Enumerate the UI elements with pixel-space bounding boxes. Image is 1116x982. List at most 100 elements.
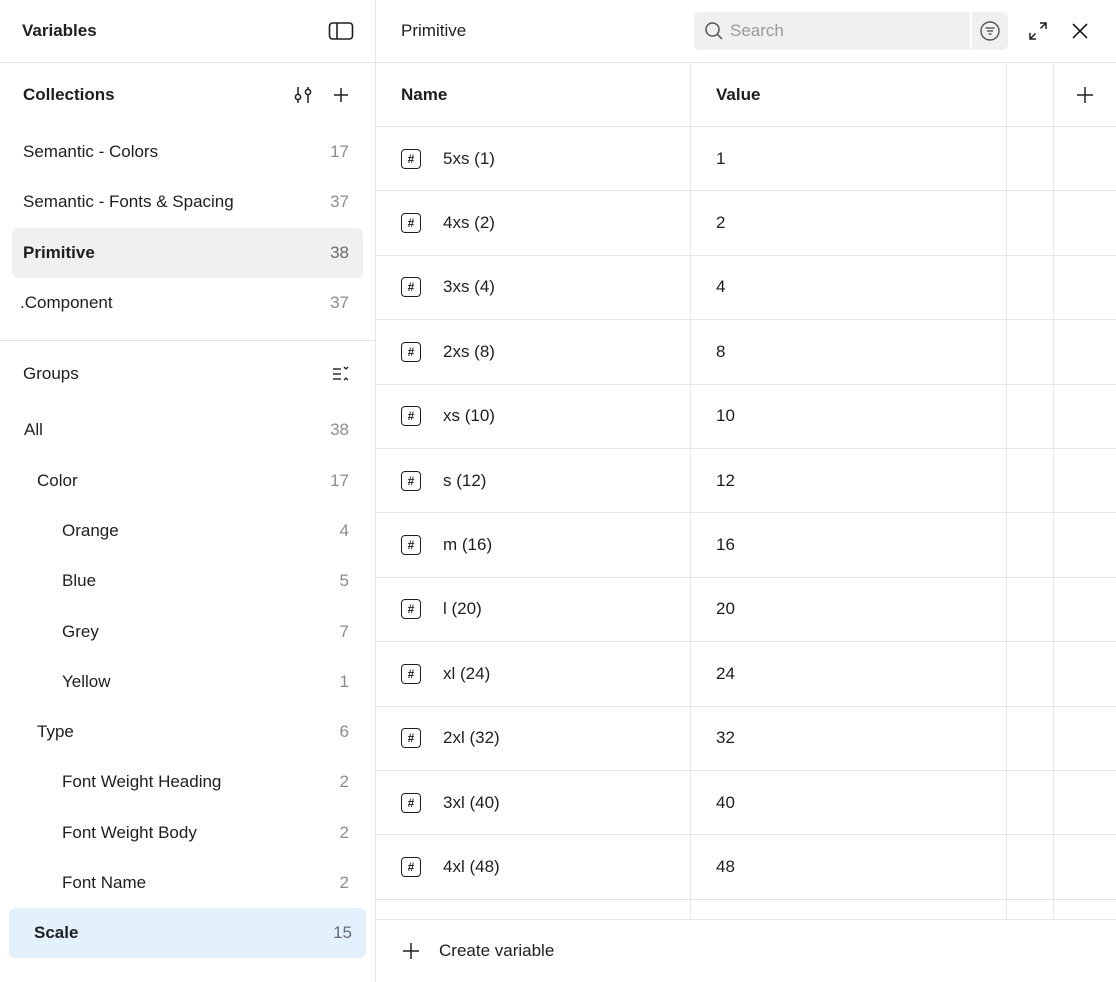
create-variable-button[interactable]: Create variable	[376, 919, 1116, 982]
group-label: Yellow	[62, 671, 111, 691]
column-header-value[interactable]: Value	[691, 63, 1007, 126]
variable-value: 32	[716, 728, 735, 748]
name-cell[interactable]: #3xl (40)	[376, 770, 691, 835]
group-item-color[interactable]: Color 17	[12, 455, 363, 505]
group-label: Font Weight Heading	[62, 772, 222, 792]
group-count: 7	[339, 621, 349, 641]
name-cell[interactable]: #3xs (4)	[376, 255, 691, 320]
group-item-grey[interactable]: Grey 7	[12, 606, 363, 656]
collection-settings-button[interactable]	[289, 81, 317, 109]
group-count: 17	[330, 470, 349, 490]
empty-cell	[1054, 513, 1116, 576]
empty-cell	[1054, 578, 1116, 641]
toggle-sidebar-button[interactable]	[327, 17, 355, 45]
filter-button[interactable]	[970, 12, 1008, 50]
name-cell[interactable]: #5xs (1)	[376, 127, 691, 191]
number-icon: #	[401, 341, 421, 362]
value-cell[interactable]: 1	[691, 127, 1007, 191]
collection-item-semantic-fonts-spacing[interactable]: Semantic - Fonts & Spacing 37	[12, 177, 363, 227]
collections-section: Collections Semantic - Colors 17 Semanti…	[0, 63, 375, 342]
value-cell[interactable]: 4	[691, 255, 1007, 320]
collection-item-primitive[interactable]: Primitive 38	[12, 227, 363, 278]
empty-cell	[1007, 513, 1054, 577]
sidebar-toggle-icon	[328, 22, 354, 40]
sidebar: Variables Collections Semantic - Colors …	[0, 0, 376, 982]
table-row[interactable]: #4xs (2) 2	[376, 191, 1116, 256]
table-row[interactable]: # xl (24) 24	[376, 642, 1116, 707]
table-row[interactable]: #2xl (32) 32	[376, 706, 1116, 771]
value-cell[interactable]: 12	[691, 448, 1007, 513]
groups-title: Groups	[23, 364, 79, 384]
name-cell[interactable]: #4xs (2)	[376, 191, 691, 255]
value-cell[interactable]: 48	[691, 835, 1007, 899]
group-item-type[interactable]: Type 6	[12, 707, 363, 757]
table-row[interactable]: #2xs (8) 8	[376, 320, 1116, 385]
sidebar-header: Variables	[0, 0, 375, 63]
table-row[interactable]: #3xl (40) 40	[376, 770, 1116, 836]
name-cell[interactable]: #4xl (48)	[376, 835, 691, 899]
empty-cell	[1054, 449, 1116, 512]
column-header-name[interactable]: Name	[376, 63, 691, 126]
collection-item-component[interactable]: .Component 37	[12, 278, 363, 328]
group-item-scale[interactable]: Scale 15	[9, 908, 366, 959]
collapse-groups-button[interactable]	[327, 360, 355, 388]
group-item-font-weight-body[interactable]: Font Weight Body 2	[12, 808, 363, 858]
group-count: 2	[339, 822, 349, 842]
group-item-font-name[interactable]: Font Name 2	[12, 858, 363, 908]
table-row[interactable]: # l (20) 20	[376, 577, 1116, 643]
value-cell[interactable]: 16	[691, 513, 1007, 577]
value-cell[interactable]: 8	[691, 320, 1007, 384]
value-cell[interactable]: 20	[691, 577, 1007, 642]
name-cell[interactable]: # l (20)	[376, 577, 691, 642]
add-collection-button[interactable]	[327, 81, 355, 109]
value-cell[interactable]: 40	[691, 770, 1007, 835]
number-icon: #	[401, 213, 421, 234]
group-label: Grey	[62, 621, 99, 641]
group-item-font-weight-heading[interactable]: Font Weight Heading 2	[12, 757, 363, 807]
variable-name: l (20)	[443, 599, 482, 619]
variables-table-area: Primitive Name Value	[376, 0, 1116, 982]
add-mode-button[interactable]	[1054, 63, 1116, 126]
name-cell[interactable]: # m (16)	[376, 513, 691, 577]
name-cell[interactable]: #2xs (8)	[376, 320, 691, 384]
table-row[interactable]: # xs (10) 10	[376, 384, 1116, 449]
group-item-all[interactable]: All 38	[12, 405, 363, 455]
variable-value: 24	[716, 663, 735, 683]
group-label: Font Name	[62, 873, 147, 892]
group-item-yellow[interactable]: Yellow 1	[12, 657, 363, 707]
name-cell[interactable]: # s (12)	[376, 448, 691, 513]
name-cell[interactable]: # xl (24)	[376, 642, 691, 706]
value-cell[interactable]: 32	[691, 706, 1007, 770]
empty-cell	[1054, 191, 1116, 254]
collection-count: 17	[330, 142, 349, 162]
table-row[interactable]: # m (16) 16	[376, 513, 1116, 578]
empty-cell	[1007, 320, 1054, 384]
table-row[interactable]: #4xl (48) 48	[376, 835, 1116, 900]
value-cell[interactable]: 2	[691, 191, 1007, 255]
group-count: 38	[330, 420, 349, 440]
empty-cell	[1054, 835, 1116, 898]
group-count: 2	[339, 772, 349, 792]
table-row[interactable]: #3xs (4) 4	[376, 255, 1116, 321]
sliders-icon	[294, 87, 312, 103]
search-input[interactable]	[730, 21, 960, 41]
number-icon: #	[401, 148, 421, 169]
name-cell[interactable]: #2xl (32)	[376, 706, 691, 770]
name-cell[interactable]: # xs (10)	[376, 384, 691, 448]
empty-cell	[1007, 770, 1054, 835]
table-row[interactable]: #5xs (1) 1	[376, 127, 1116, 192]
variable-name: 3xl (40)	[443, 792, 500, 812]
table-row[interactable]: # s (12) 12	[376, 448, 1116, 514]
group-item-orange[interactable]: Orange 4	[12, 506, 363, 556]
group-item-blue[interactable]: Blue 5	[12, 556, 363, 606]
collection-item-semantic-colors[interactable]: Semantic - Colors 17	[12, 127, 363, 177]
value-cell[interactable]: 10	[691, 384, 1007, 448]
group-label: Orange	[62, 520, 119, 540]
variable-value: 20	[716, 599, 735, 619]
value-cell[interactable]: 24	[691, 642, 1007, 706]
close-button[interactable]	[1066, 17, 1094, 45]
group-label: Scale	[34, 923, 79, 943]
empty-cell	[1054, 127, 1116, 190]
expand-button[interactable]	[1024, 17, 1052, 45]
empty-cell	[1054, 707, 1116, 770]
